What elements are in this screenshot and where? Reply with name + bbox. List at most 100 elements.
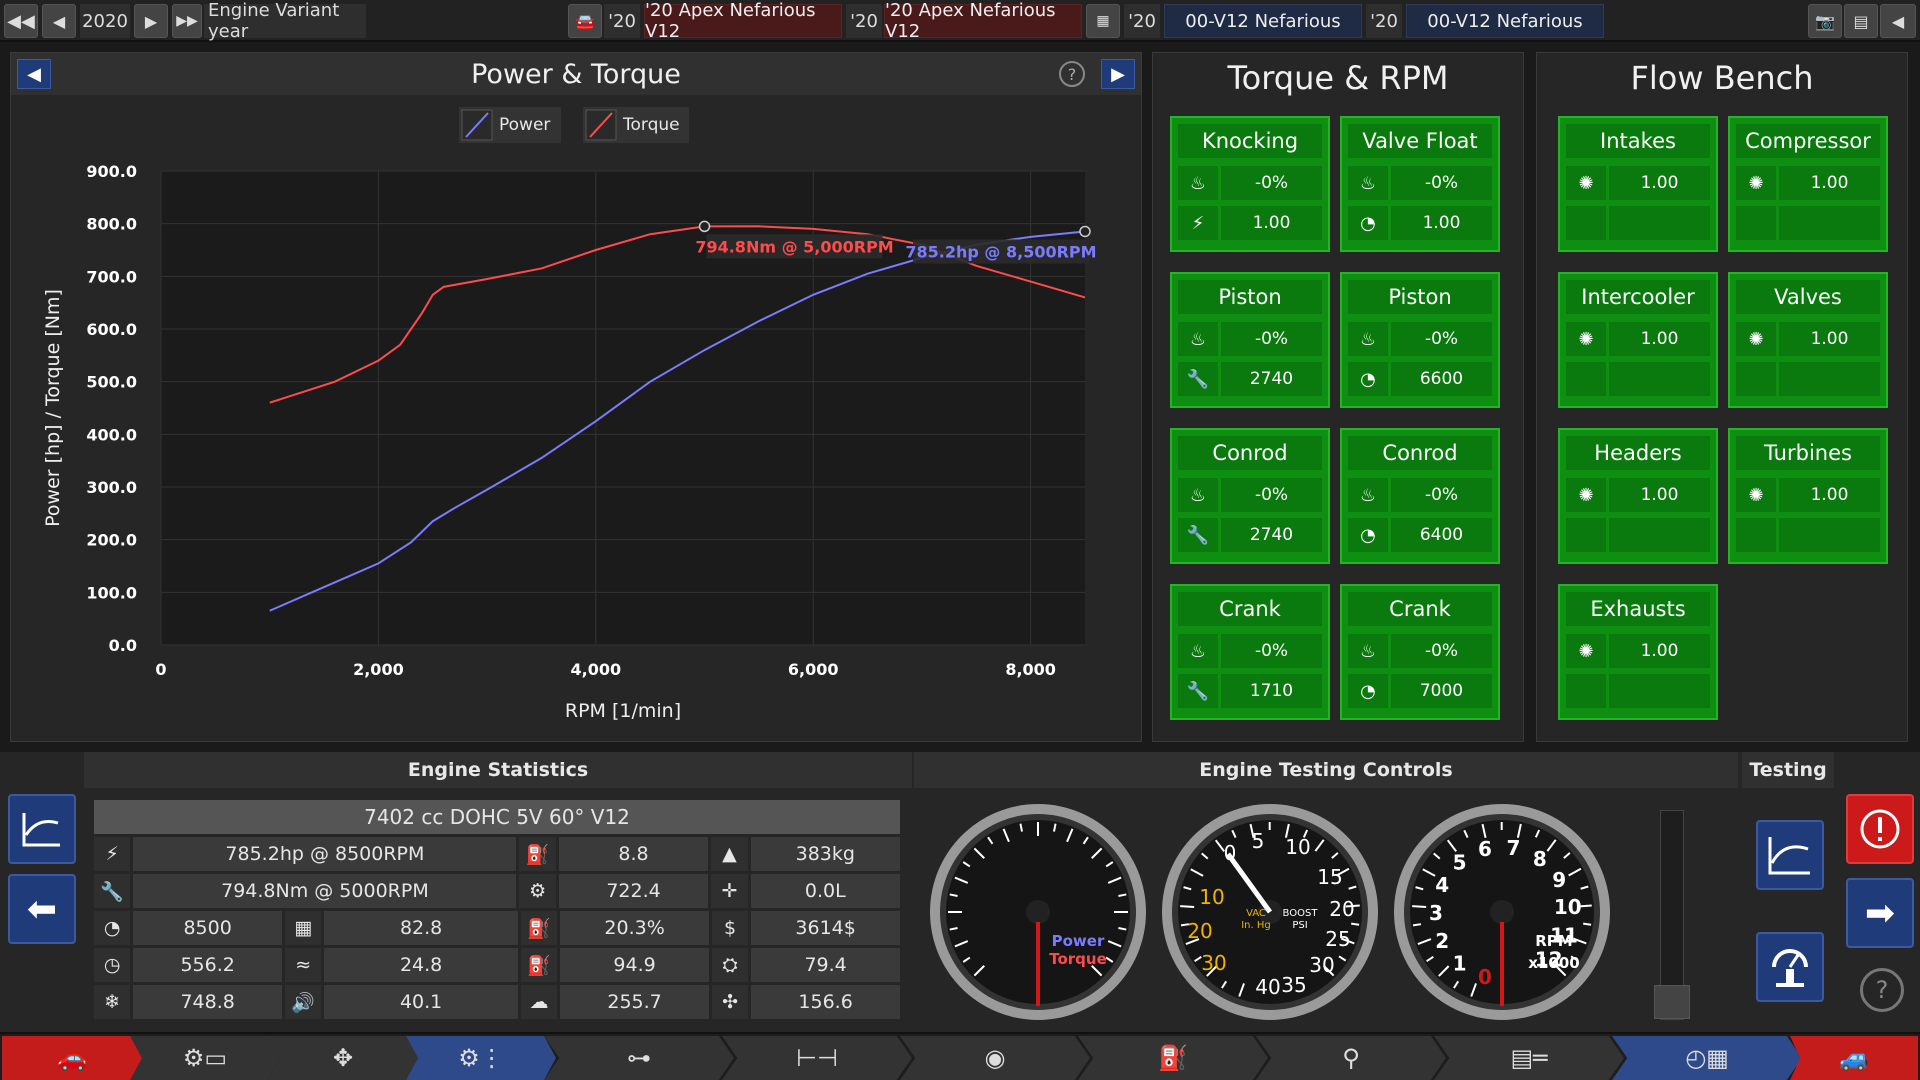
back-arrow-button[interactable]: ⬅ [8, 874, 76, 944]
flow-icon: ✺ [1566, 634, 1606, 668]
slot1-year: '20 [604, 4, 640, 38]
card-title: Intercooler [1566, 280, 1710, 314]
empty-value [1779, 362, 1880, 396]
torque-card[interactable]: Conrod ♨ -0% ◔ 6400 [1340, 428, 1500, 564]
curve-view-button[interactable] [8, 794, 76, 864]
stat-c1-2: 748.8 [133, 985, 283, 1019]
noise-icon: 🔊 [285, 985, 322, 1019]
last-icon[interactable]: ▶▶ [172, 4, 202, 38]
card-title: Conrod [1178, 436, 1322, 470]
temp-icon: ♨ [1178, 634, 1218, 668]
x-tick-label: 8,000 [1005, 660, 1056, 679]
flow-card[interactable]: Intakes ✺ 1.00 [1558, 116, 1718, 252]
slot2-name[interactable]: '20 Apex Nefarious V12 [884, 0, 1082, 42]
temp-icon: ♨ [1348, 322, 1388, 356]
octane-icon: ⛽ [520, 948, 558, 982]
table-row: ⚡ 785.2hp @ 8500RPM ⛽ 8.8 ▲ 383kg [94, 837, 900, 871]
torque-card[interactable]: Crank ♨ -0% ◔ 7000 [1340, 584, 1500, 720]
stats-title: Engine Statistics [407, 759, 589, 781]
empty-value [1779, 518, 1880, 552]
torque-card[interactable]: Piston ♨ -0% 🔧 2740 [1170, 272, 1330, 408]
alert-icon [1860, 809, 1900, 849]
card-title: Crank [1178, 592, 1322, 626]
slot4-year: '20 [1366, 4, 1402, 38]
nav-family-icon[interactable]: ⚙▭ [130, 1036, 280, 1080]
nav-bottom-end-icon[interactable]: ⊶ [544, 1036, 734, 1080]
slot4-name[interactable]: 00-V12 Nefarious [1406, 4, 1604, 38]
gauge-power-label: Power [1052, 932, 1105, 950]
response-icon: ◷ [94, 948, 131, 982]
smoothness-icon: ≈ [285, 948, 322, 982]
warning-button[interactable] [1846, 794, 1914, 864]
nav-block-icon[interactable]: ✥ [268, 1036, 418, 1080]
nav-heads-icon[interactable]: ⚙⋮ [406, 1036, 556, 1080]
torque-card[interactable]: Piston ♨ -0% ◔ 6600 [1340, 272, 1500, 408]
torque-card[interactable]: Knocking ♨ -0% ⚡ 1.00 [1170, 116, 1330, 252]
temp-icon: ♨ [1178, 322, 1218, 356]
stat-c2-2: 40.1 [324, 985, 518, 1019]
annotation-label: 794.8Nm @ 5,000RPM [695, 237, 893, 256]
engine-icon[interactable]: ▦ [1086, 4, 1120, 38]
sheet-icon[interactable]: ▤ [1844, 4, 1878, 38]
card-value-2: 1.00 [1391, 206, 1492, 240]
card-value-1: -0% [1221, 634, 1322, 668]
vac-tick-label: 10 [1285, 835, 1310, 859]
stat-c4-4: 156.6 [751, 985, 901, 1019]
slot1-name[interactable]: '20 Apex Nefarious V12 [644, 0, 842, 42]
power-torque-chart: 0 2,000 4,000 6,000 8,000 0.0 100.0 200.0 300.0 4… [42, 162, 1097, 722]
prev-year-button[interactable]: ◀ [42, 4, 76, 38]
graph-icon [22, 813, 60, 847]
card-title: Compressor [1736, 124, 1880, 158]
card-value-1: 1.00 [1609, 322, 1710, 356]
first-icon[interactable]: ◀◀ [4, 4, 38, 38]
torque-card[interactable]: Crank ♨ -0% 🔧 1710 [1170, 584, 1330, 720]
flow-icon: ✺ [1736, 166, 1776, 200]
back-icon[interactable]: ◀ [1880, 4, 1916, 38]
vac-tick-label: 5 [1252, 829, 1265, 853]
next-year-button[interactable]: ▶ [134, 4, 168, 38]
nav-fuel-icon[interactable]: ⛽ [1078, 1036, 1268, 1080]
flow-card[interactable]: Headers ✺ 1.00 [1558, 428, 1718, 564]
slot3-year: '20 [1124, 4, 1160, 38]
rpm-icon: ◔ [1348, 362, 1388, 396]
throttle-slider[interactable] [1654, 810, 1690, 1020]
peak-marker [698, 220, 711, 233]
slot3-name[interactable]: 00-V12 Nefarious [1164, 4, 1362, 38]
flow-icon: ✺ [1566, 322, 1606, 356]
nav-aspiration-icon[interactable]: ◉ [900, 1036, 1090, 1080]
dyno-button[interactable] [1756, 932, 1824, 1002]
torque-card[interactable]: Conrod ♨ -0% 🔧 2740 [1170, 428, 1330, 564]
emissions-icon: ☁ [520, 985, 558, 1019]
annotation-label: 785.2hp @ 8,500RPM [905, 242, 1096, 261]
temp-icon: ♨ [1348, 478, 1388, 512]
nav-car-icon[interactable]: 🚗 [2, 1036, 142, 1080]
rpm-tick-label: 1 [1453, 952, 1467, 976]
torque-card[interactable]: Valve Float ♨ -0% ◔ 1.00 [1340, 116, 1500, 252]
stat-c1-0: 8500 [133, 911, 283, 945]
nav-tune-icon[interactable]: ▤═ [1434, 1036, 1624, 1080]
flow-card[interactable]: Exhausts ✺ 1.00 [1558, 584, 1718, 720]
flow-card[interactable]: Valves ✺ 1.00 [1728, 272, 1888, 408]
card-value-1: -0% [1221, 478, 1322, 512]
camera-icon[interactable]: 📷 [1808, 4, 1842, 38]
service-icon: ⛭ [711, 948, 749, 982]
nav-top-end-icon[interactable]: ⊢⊣ [722, 1036, 912, 1080]
wrench-icon: 🔧 [1178, 518, 1218, 552]
flow-card[interactable]: Turbines ✺ 1.00 [1728, 428, 1888, 564]
card-value-1: 1.00 [1609, 166, 1710, 200]
test-curve-button[interactable] [1756, 820, 1824, 890]
help-icon[interactable]: ? [1860, 968, 1904, 1012]
next-arrow-button[interactable]: ➡ [1846, 878, 1914, 948]
flow-card[interactable]: Intercooler ✺ 1.00 [1558, 272, 1718, 408]
card-value-2: 1.00 [1221, 206, 1322, 240]
nav-exhaust-icon[interactable]: ⚲ [1256, 1036, 1446, 1080]
nav-test-icon[interactable]: ◴▦ [1612, 1036, 1802, 1080]
temp-icon: ♨ [1348, 166, 1388, 200]
flow-card[interactable]: Compressor ✺ 1.00 [1728, 116, 1888, 252]
throttle-handle[interactable] [1654, 985, 1690, 1019]
nav-car-detail-icon[interactable]: 🚙 [1790, 1036, 1918, 1080]
gauge-torque-label: Torque [1049, 950, 1107, 968]
car-icon[interactable]: 🚘 [568, 4, 602, 38]
rpm-icon: ◔ [1348, 206, 1388, 240]
torque-rpm-title: Torque & RPM [1227, 59, 1449, 97]
